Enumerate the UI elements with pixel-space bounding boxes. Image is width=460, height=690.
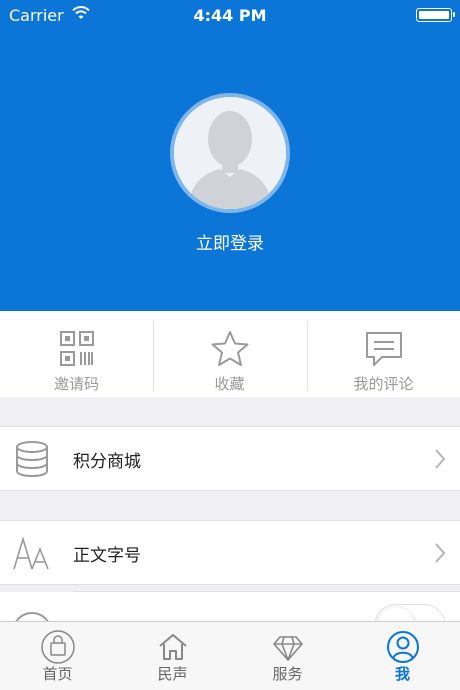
house-icon (158, 634, 187, 660)
status-bar: Carrier 4:44 PM (0, 0, 460, 32)
tab-me[interactable]: 我 (345, 622, 460, 690)
menu-item-font-size[interactable]: 正文字号 (0, 520, 460, 585)
database-icon (16, 441, 48, 478)
tab-services[interactable]: 服务 (230, 622, 345, 690)
tab-label: 首页 (42, 665, 73, 683)
login-link[interactable]: 立即登录 (0, 229, 460, 254)
shortcut-bar: 邀请码 收藏 我的评论 (0, 311, 460, 397)
menu-item-points-mall[interactable]: 积分商城 (0, 426, 460, 491)
chevron-right-icon (435, 543, 446, 563)
tab-home[interactable]: 首页 (0, 622, 115, 690)
star-icon (211, 331, 248, 366)
shortcut-my-comments[interactable]: 我的评论 (307, 311, 460, 397)
shortcut-label: 邀请码 (53, 375, 99, 393)
menu-item-label: 正文字号 (73, 546, 141, 566)
profile-header: 立即登录 (0, 0, 460, 311)
font-size-icon (13, 536, 49, 570)
menu-item-label: 积分商城 (73, 452, 141, 472)
chevron-right-icon (435, 449, 446, 469)
diamond-icon (272, 636, 303, 661)
shortcut-invite-code[interactable]: 邀请码 (0, 311, 153, 397)
tab-label: 民声 (157, 665, 188, 683)
shortcut-label: 我的评论 (353, 375, 414, 393)
qrcode-icon (59, 331, 94, 366)
clock: 4:44 PM (193, 6, 267, 25)
tab-label: 服务 (272, 665, 303, 683)
shopping-bag-icon (40, 630, 75, 664)
shortcut-favorites[interactable]: 收藏 (153, 311, 306, 397)
avatar[interactable] (170, 93, 290, 213)
comment-icon (365, 332, 402, 366)
tab-label: 我 (394, 665, 410, 683)
tab-voice[interactable]: 民声 (115, 622, 230, 690)
tab-bar: 首页 民声 服务 我 (0, 621, 460, 690)
default-avatar-icon (174, 97, 286, 209)
shortcut-label: 收藏 (214, 375, 245, 393)
user-icon (386, 631, 419, 663)
battery-icon (416, 8, 455, 22)
